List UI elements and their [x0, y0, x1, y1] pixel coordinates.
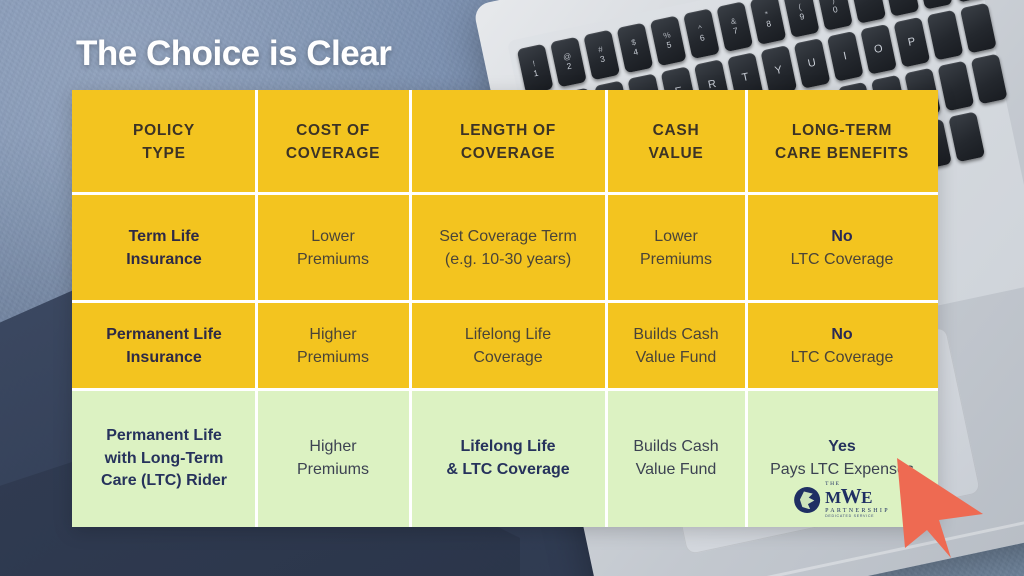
cell-line-2: (e.g. 10-30 years) — [444, 251, 572, 268]
keyboard-key — [948, 111, 986, 163]
cell-line-2: Coverage — [473, 349, 543, 366]
cell-line-2: Premiums — [296, 461, 369, 478]
keyboard-key: & 7 — [716, 1, 754, 53]
cell-line-2: Insurance — [126, 349, 202, 366]
comparison-table: POLICY TYPE COST OF COVERAGE LENGTH OF C… — [72, 90, 938, 527]
cell-answer: No — [831, 228, 853, 246]
keyboard-key: % 5 — [649, 15, 687, 67]
logo-wordmark: THE MWE PARTNERSHIP DEDICATED SERVICE — [825, 481, 890, 519]
header-line-1: COST OF — [296, 122, 370, 140]
logo-tagline-text: DEDICATED SERVICE — [825, 514, 875, 519]
cell-line-2: LTC Coverage — [790, 349, 894, 366]
keyboard-key: U — [793, 37, 831, 89]
header-line-2: VALUE — [648, 144, 704, 162]
header-line-1: POLICY — [133, 122, 195, 140]
cell-line-2: Premiums — [296, 251, 369, 268]
header-line-2: TYPE — [142, 144, 186, 162]
header-line-2: COVERAGE — [460, 144, 556, 162]
keyboard-key: )0 — [816, 0, 853, 31]
cell-line-2: Premiums — [639, 251, 712, 268]
table-row: Permanent Life Insurance Higher Premiums… — [72, 303, 938, 391]
keyboard-key: @2 — [549, 36, 587, 88]
cell-answer: No — [831, 326, 853, 344]
cell-line-1: Set Coverage Term — [439, 228, 577, 246]
keyboard-key: #3 — [583, 29, 621, 81]
cell-line-2: with Long-Term — [104, 449, 224, 467]
table-header-row: POLICY TYPE COST OF COVERAGE LENGTH OF C… — [72, 90, 938, 195]
cell-line-2: Pays LTC Expenses — [770, 461, 914, 478]
cell-long-term-care-benefits: No LTC Coverage — [744, 303, 938, 391]
cell-line-1: Higher — [309, 438, 357, 456]
header-line-1: LONG-TERM — [791, 122, 893, 140]
cell-line-1: Lifelong Life — [464, 326, 552, 344]
keyboard-key — [849, 0, 887, 24]
keyboard-key: P — [893, 16, 931, 68]
cell-cash-value: Builds Cash Value Fund — [604, 391, 746, 527]
cell-line-2: Premiums — [296, 349, 369, 366]
page-title: The Choice is Clear — [76, 34, 392, 73]
cell-length-of-coverage: Lifelong Life Coverage — [408, 303, 606, 391]
cell-policy-type: Term Life Insurance — [72, 195, 256, 303]
keyboard-key — [949, 0, 987, 3]
keyboard-key: ^ 6 — [683, 8, 720, 60]
keyboard-key: (9 — [782, 0, 820, 38]
logo-mwe-text: MWE — [825, 484, 873, 509]
cell-line-1: Builds Cash — [633, 326, 719, 344]
cell-line-1: Higher — [309, 326, 357, 344]
keyboard-key — [882, 0, 920, 17]
cell-cash-value: Builds Cash Value Fund — [604, 303, 746, 391]
cell-line-1: Permanent Life — [106, 326, 222, 344]
cell-length-of-coverage: Lifelong Life & LTC Coverage — [408, 391, 606, 527]
table-row-highlighted: Permanent Life with Long-Term Care (LTC)… — [72, 391, 938, 527]
cell-line-1: Term Life — [128, 228, 200, 246]
header-line-2: COVERAGE — [285, 144, 381, 162]
mwe-partnership-logo: THE MWE PARTNERSHIP DEDICATED SERVICE — [794, 481, 890, 519]
cell-line-2: Value Fund — [635, 461, 717, 478]
header-cell-length-of-coverage: LENGTH OF COVERAGE — [408, 90, 606, 195]
keyboard-key — [937, 60, 975, 112]
cell-line-2: Insurance — [126, 251, 202, 268]
header-cell-long-term-care-benefits: LONG-TERM CARE BENEFITS — [744, 90, 938, 195]
header-cell-cost-of-coverage: COST OF COVERAGE — [254, 90, 410, 195]
cell-answer: Yes — [828, 438, 856, 456]
cell-line-1: Lower — [654, 228, 698, 246]
slide-canvas: !1@2#3$4%5^6&7*8(9)0tabQWERTYUIOPcaps lo… — [0, 0, 1024, 576]
header-cell-cash-value: CASH VALUE — [604, 90, 746, 195]
table-row: Term Life Insurance Lower Premiums Set C… — [72, 195, 938, 303]
cell-line-1: Lifelong Life — [460, 438, 556, 456]
keyboard-key: * 8 — [749, 0, 787, 46]
cell-policy-type: Permanent Life with Long-Term Care (LTC)… — [72, 391, 256, 527]
keyboard-key: $4 — [616, 22, 654, 74]
cell-line-1: Builds Cash — [633, 438, 719, 456]
cell-cost-of-coverage: Higher Premiums — [254, 303, 410, 391]
cell-cost-of-coverage: Lower Premiums — [254, 195, 410, 303]
keyboard-key — [926, 9, 964, 61]
cell-line-2: & LTC Coverage — [446, 461, 570, 478]
cell-line-1: Permanent Life — [106, 426, 222, 444]
cell-line-2: LTC Coverage — [790, 251, 894, 268]
header-line-2: CARE BENEFITS — [775, 144, 909, 162]
cell-cash-value: Lower Premiums — [604, 195, 746, 303]
keyboard-key — [915, 0, 953, 10]
header-line-1: CASH — [652, 122, 700, 140]
header-cell-policy-type: POLICY TYPE — [72, 90, 256, 195]
cell-cost-of-coverage: Higher Premiums — [254, 391, 410, 527]
keyboard-key: I — [826, 30, 864, 82]
globe-icon — [794, 487, 821, 514]
cell-policy-type: Permanent Life Insurance — [72, 303, 256, 391]
header-line-1: LENGTH OF — [460, 122, 556, 140]
cell-line-1: Lower — [311, 228, 355, 246]
cell-long-term-care-benefits: No LTC Coverage — [744, 195, 938, 303]
keyboard-key: Y — [760, 45, 798, 96]
cell-line-2: Value Fund — [635, 349, 717, 366]
keyboard-key: O — [860, 23, 898, 75]
cell-line-3: Care (LTC) Rider — [101, 472, 227, 490]
cell-length-of-coverage: Set Coverage Term (e.g. 10-30 years) — [408, 195, 606, 303]
cell-long-term-care-benefits: Yes Pays LTC Expenses THE MWE PARTNERSHI… — [744, 391, 938, 527]
